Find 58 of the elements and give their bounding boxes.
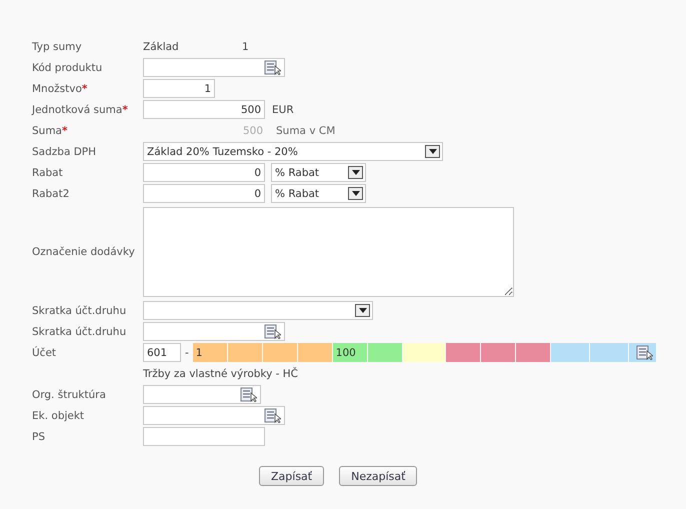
account-segment-field[interactable]	[480, 343, 515, 362]
form-button[interactable]: Zapísať	[259, 466, 324, 486]
list-picker-icon[interactable]	[264, 408, 281, 423]
field-label: Označenie dodávky	[32, 246, 136, 258]
account-segment-field[interactable]	[516, 343, 550, 362]
list-picker-icon[interactable]	[240, 387, 257, 402]
field-label: Kód produktu	[32, 62, 104, 74]
field-label: Ek. objekt	[32, 410, 86, 422]
value-text: 1	[242, 40, 249, 52]
account-segment-field[interactable]	[590, 343, 628, 362]
account-segment-field[interactable]	[368, 343, 402, 362]
field-label: Skratka účt.druhu	[32, 326, 128, 338]
account-segment-field[interactable]	[402, 343, 445, 362]
field-label: Rabat2	[32, 188, 70, 200]
currency-text: EUR	[272, 104, 294, 116]
field-label: Rabat	[32, 166, 64, 178]
field-label: Skratka účt.druhu	[32, 304, 128, 316]
field-label: Typ sumy	[32, 40, 83, 52]
form-button[interactable]: Nezapísať	[339, 466, 418, 486]
account-segment-field[interactable]	[550, 343, 589, 362]
separator-text: -	[185, 346, 189, 358]
field-label: Sadzba DPH	[32, 146, 98, 158]
lookup-field[interactable]	[143, 406, 285, 425]
number-field[interactable]: 1	[143, 79, 215, 98]
field-label: Jednotková suma*	[32, 104, 129, 116]
account-segment-field[interactable]	[298, 343, 332, 362]
field-label: Suma*	[32, 124, 68, 136]
dropdown[interactable]: % Rabat	[271, 184, 366, 203]
account-segment-field[interactable]	[628, 343, 656, 362]
required-marker: *	[82, 82, 88, 94]
list-picker-icon[interactable]	[264, 324, 281, 339]
lookup-field[interactable]	[143, 322, 285, 341]
account-segment-field[interactable]: 1	[192, 343, 227, 362]
dropdown[interactable]: % Rabat	[271, 163, 366, 182]
account-segment-field[interactable]	[228, 343, 262, 362]
lookup-field[interactable]	[143, 58, 285, 77]
number-field[interactable]: 0	[143, 184, 265, 203]
account-description: Tržby za vlastné výrobky - HČ	[143, 368, 298, 380]
sum-note: Suma v CM	[276, 124, 336, 136]
field-label: Množstvo*	[32, 82, 88, 94]
account-field[interactable]: 601	[143, 343, 181, 362]
text-field[interactable]	[143, 427, 265, 446]
required-marker: *	[122, 104, 128, 116]
account-segment-field[interactable]	[446, 343, 480, 362]
lookup-field[interactable]	[143, 385, 261, 404]
required-marker: *	[62, 124, 68, 136]
list-picker-icon[interactable]	[636, 345, 653, 360]
number-field[interactable]: 500	[143, 100, 265, 119]
number-field[interactable]: 0	[143, 163, 265, 182]
list-picker-icon[interactable]	[264, 60, 281, 75]
field-label: Účet	[32, 346, 58, 358]
field-label: PS	[32, 430, 46, 442]
value-text: Základ	[143, 40, 180, 52]
sum-value: 500	[242, 124, 263, 136]
dropdown[interactable]: Základ 20% Tuzemsko - 20%	[143, 142, 443, 161]
account-segment-field[interactable]	[262, 343, 297, 362]
account-segment-field[interactable]: 100	[332, 343, 367, 362]
field-label: Org. štruktúra	[32, 388, 107, 400]
